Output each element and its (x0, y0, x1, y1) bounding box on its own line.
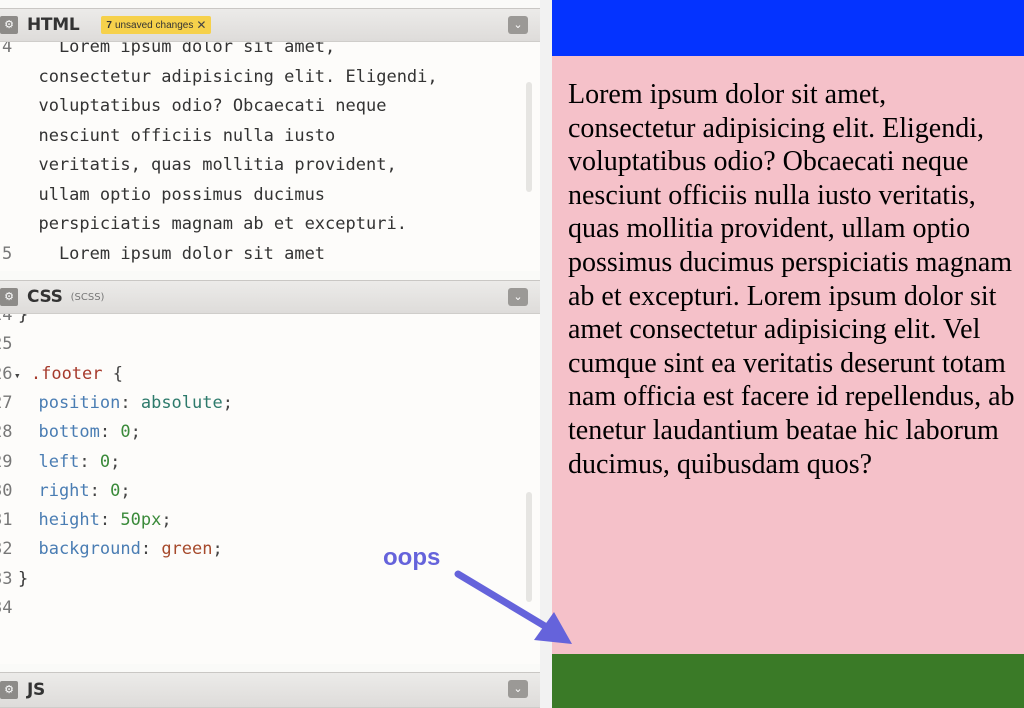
code-line[interactable]: 33} (0, 565, 520, 594)
code-text: } (18, 314, 29, 325)
code-line[interactable]: perspiciatis magnam ab et excepturi. (0, 210, 520, 239)
css-value: 0 (120, 422, 131, 443)
css-value: 0 (110, 480, 121, 501)
preview-header-bar (552, 0, 1024, 56)
css-property: right (18, 480, 90, 501)
gear-icon[interactable]: ⚙ (0, 681, 18, 699)
css-selector: .footer (20, 363, 103, 384)
code-text: height: 50px; (18, 506, 172, 535)
code-line[interactable]: 29 left: 0; (0, 448, 520, 477)
css-property: bottom (18, 422, 100, 443)
code-text: background: green; (18, 535, 223, 564)
code-line[interactable]: 25 (0, 330, 520, 359)
code-punctuation: { (102, 363, 123, 384)
code-line[interactable]: 31 height: 50px; (0, 506, 520, 535)
code-punctuation: : (99, 510, 121, 531)
css-value: green (161, 539, 213, 560)
line-number: 30 (0, 480, 13, 501)
css-value: 50px (120, 510, 162, 531)
code-text: bottom: 0; (18, 418, 141, 447)
html-code-editor[interactable]: 4 Lorem ipsum dolor sit amet, consectetu… (0, 42, 540, 271)
annotation-label: oops (383, 544, 441, 571)
css-property: background (18, 539, 141, 560)
chevron-down-icon[interactable]: ⌄ (508, 16, 528, 34)
code-punctuation: ; (222, 392, 233, 413)
css-value: absolute (140, 392, 223, 413)
code-text: perspiciatis magnam ab et excepturi. (18, 214, 407, 234)
code-text: voluptatibus odio? Obcaecati neque (18, 96, 387, 116)
code-text: veritatis, quas mollitia provident, (18, 155, 397, 175)
code-line[interactable]: 26▾ .footer { (0, 360, 520, 389)
code-line[interactable]: ullam optio possimus ducimus (0, 181, 520, 210)
css-panel-preprocessor: (SCSS) (70, 291, 105, 303)
line-number: 28 (0, 422, 13, 443)
chevron-down-icon[interactable]: ⌄ (508, 680, 528, 698)
code-text: ▾ .footer { (14, 360, 123, 390)
chevron-down-icon[interactable]: ⌄ (508, 288, 528, 306)
html-panel-header[interactable]: ⚙ HTML 7 unsaved changes ✕ ⌄ (0, 8, 540, 42)
js-panel-title: JS (27, 680, 45, 700)
line-number: 33 (0, 568, 13, 589)
code-line[interactable]: consectetur adipisicing elit. Eligendi, (0, 63, 520, 92)
preview-footer-bar (552, 654, 1024, 708)
code-text: ullam optio possimus ducimus (18, 184, 326, 205)
fold-arrow-icon[interactable]: ▾ (14, 369, 21, 382)
unsaved-count: 7 (106, 19, 112, 31)
code-line[interactable]: 28 bottom: 0; (0, 418, 520, 447)
css-value: 0 (99, 451, 111, 472)
line-number: 31 (0, 510, 13, 531)
code-punctuation: ; (130, 422, 141, 443)
code-text: nesciunt officiis nulla iusto (18, 125, 336, 146)
code-line[interactable]: 5 Lorem ipsum dolor sit amet (0, 240, 520, 269)
html-panel-title: HTML (27, 15, 80, 35)
code-punctuation: ; (212, 539, 223, 560)
code-punctuation: ; (110, 451, 121, 472)
line-number: 25 (0, 334, 13, 355)
code-text: Lorem ipsum dolor sit amet (18, 243, 326, 264)
code-line[interactable]: voluptatibus odio? Obcaecati neque (0, 92, 520, 121)
unsaved-label: unsaved changes (114, 19, 194, 31)
line-number: 29 (0, 451, 13, 472)
code-punctuation: : (89, 480, 111, 501)
code-text: right: 0; (18, 477, 131, 506)
css-panel-header[interactable]: ⚙ CSS (SCSS) ⌄ (0, 280, 540, 314)
line-number: 27 (0, 392, 13, 413)
code-text: } (18, 568, 29, 589)
code-line[interactable]: 34 (0, 594, 520, 623)
code-line[interactable]: veritatis, quas mollitia provident, (0, 151, 520, 180)
js-panel-header[interactable]: ⚙ JS ⌄ (0, 672, 540, 708)
unsaved-changes-badge[interactable]: 7 unsaved changes ✕ (101, 16, 212, 34)
code-punctuation: : (140, 539, 162, 560)
code-punctuation: : (79, 451, 100, 472)
css-panel-title: CSS (27, 287, 63, 307)
code-line[interactable]: 24} (0, 314, 520, 330)
code-line[interactable]: 30 right: 0; (0, 477, 520, 506)
code-punctuation: ; (120, 480, 131, 501)
code-line[interactable]: 4 Lorem ipsum dolor sit amet, (0, 42, 520, 62)
code-text: consectetur adipisicing elit. Eligendi, (18, 66, 438, 87)
preview-body-text: Lorem ipsum dolor sit amet, consectetur … (568, 79, 1015, 480)
code-text: Lorem ipsum dolor sit amet, (18, 42, 336, 57)
code-line[interactable]: nesciunt officiis nulla iusto (0, 122, 520, 151)
close-icon[interactable]: ✕ (196, 18, 206, 32)
result-preview: Lorem ipsum dolor sit amet, consectetur … (552, 0, 1024, 708)
gear-icon[interactable]: ⚙ (0, 288, 18, 306)
code-line[interactable]: 32 background: green; (0, 535, 520, 564)
css-property: height (18, 510, 100, 531)
css-property: position (18, 392, 121, 413)
line-number: 24 (0, 314, 13, 325)
code-punctuation: ; (161, 510, 172, 531)
css-property: left (18, 451, 80, 472)
code-line[interactable]: 27 position: absolute; (0, 389, 520, 418)
code-text: left: 0; (18, 448, 120, 477)
code-punctuation: : (99, 422, 121, 443)
line-number: 34 (0, 598, 13, 618)
annotation-arrow-icon (454, 570, 572, 644)
line-number: 32 (0, 539, 13, 560)
gear-icon[interactable]: ⚙ (0, 16, 18, 34)
code-punctuation: : (120, 392, 141, 413)
code-text: position: absolute; (18, 389, 233, 418)
scrollbar[interactable] (526, 82, 532, 192)
